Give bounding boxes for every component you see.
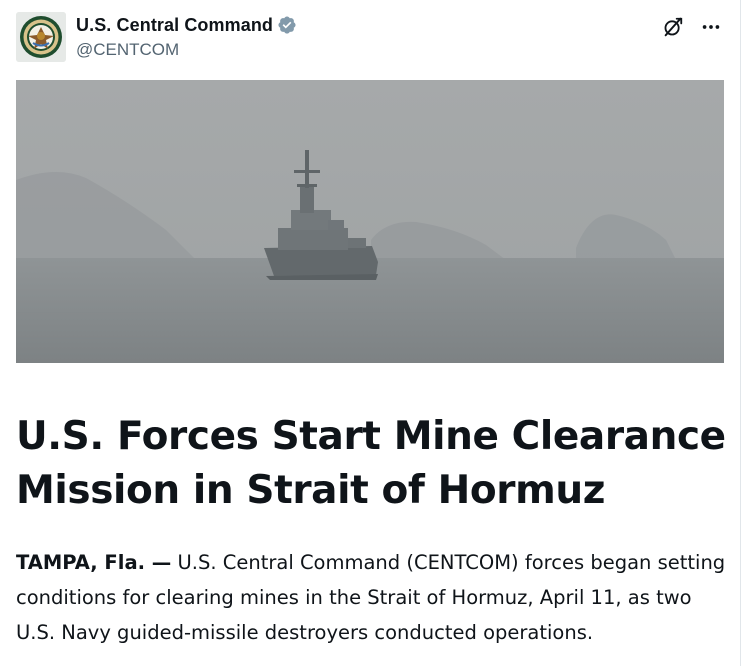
grok-icon[interactable] bbox=[660, 14, 686, 40]
verified-badge-icon[interactable] bbox=[277, 15, 297, 35]
article-headline[interactable]: U.S. Forces Start Mine Clearance Mission… bbox=[16, 410, 728, 518]
centcom-seal-icon bbox=[16, 12, 66, 62]
author-names: U.S. Central Command @CENTCOM bbox=[76, 14, 297, 60]
post-image[interactable] bbox=[16, 80, 724, 363]
more-options-icon[interactable] bbox=[698, 14, 724, 40]
destroyer-photo bbox=[16, 80, 724, 363]
avatar[interactable] bbox=[16, 12, 66, 62]
display-name[interactable]: U.S. Central Command bbox=[76, 15, 273, 36]
header-actions bbox=[660, 14, 724, 40]
post-card: U.S. Central Command @CENTCOM U.S. Force… bbox=[0, 0, 741, 666]
display-name-row: U.S. Central Command bbox=[76, 14, 297, 36]
article-dateline: TAMPA, Fla. — bbox=[16, 551, 172, 574]
post-header: U.S. Central Command @CENTCOM bbox=[16, 12, 728, 64]
author-handle[interactable]: @CENTCOM bbox=[76, 40, 297, 60]
article-body: TAMPA, Fla. — U.S. Central Command (CENT… bbox=[16, 545, 728, 650]
